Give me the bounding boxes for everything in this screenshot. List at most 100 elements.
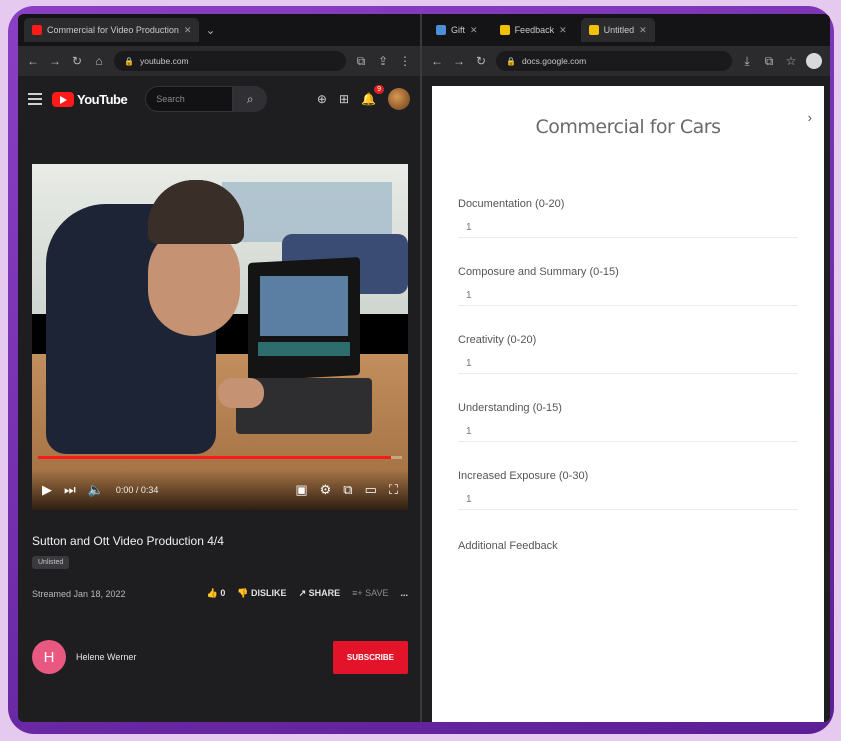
tab-title: Commercial for Video Production <box>47 25 179 35</box>
youtube-play-logo-icon <box>52 91 74 107</box>
lock-icon: 🔒 <box>506 56 516 66</box>
back-icon[interactable]: ← <box>430 54 444 68</box>
criterion-item: Documentation (0-20) 1 <box>458 198 824 266</box>
video-meta-row: Streamed Jan 18, 2022 👍 0 👎 DISLIKE ↗ SH… <box>32 588 408 599</box>
forward-icon[interactable]: → <box>48 54 62 68</box>
tab-untitled[interactable]: Untitled ✕ <box>580 18 655 42</box>
new-tab-icon[interactable]: ⌄ <box>205 23 215 37</box>
notifications-bell-icon[interactable]: 🔔 9 <box>361 85 384 106</box>
criterion-item: Increased Exposure (0-30) 1 <box>458 470 824 538</box>
tab-gift[interactable]: Gift ✕ <box>428 18 486 42</box>
download-icon[interactable]: ⤓ <box>740 54 754 69</box>
apps-grid-icon[interactable]: ⊞ <box>339 92 349 106</box>
criterion-item: Understanding (0-15) 1 <box>458 402 824 470</box>
subscribe-button[interactable]: Subscribe <box>332 640 408 674</box>
next-icon[interactable]: ⏭ <box>64 482 76 498</box>
criterion-label: Documentation (0-20) <box>458 198 565 210</box>
theater-mode-icon[interactable]: ▭ <box>365 482 377 498</box>
like-button[interactable]: 👍 0 <box>207 588 226 599</box>
feedback-label[interactable]: Additional Feedback <box>458 540 824 552</box>
lock-icon: 🔒 <box>124 56 134 66</box>
rubric-title: Commercial for Cars <box>535 116 721 138</box>
channel-avatar[interactable]: H <box>32 640 66 674</box>
extension-icon[interactable]: ⧉ <box>762 54 776 69</box>
captions-icon[interactable]: ▣ <box>295 482 307 498</box>
left-browser: Commercial for Video Production ✕ ⌄ ← → … <box>18 14 420 722</box>
criterion-label: Understanding (0-15) <box>458 402 562 414</box>
video-time: 0:00 / 0:34 <box>115 485 159 495</box>
miniplayer-icon[interactable]: ⧉ <box>343 482 352 498</box>
rubric-panel: › Commercial for Cars Documentation (0-2… <box>432 86 824 722</box>
forward-icon[interactable]: → <box>452 54 466 68</box>
search-input[interactable]: Search <box>145 86 234 112</box>
video-player[interactable]: ▶ ⏭ 🔈 0:00 / 0:34 ▣ ⚙ ⧉ ▭ ⛶ <box>32 164 408 510</box>
hamburger-menu-icon[interactable] <box>28 93 42 105</box>
score-input[interactable]: 1 <box>458 426 798 442</box>
youtube-logo-text: YouTube <box>77 91 128 107</box>
reload-icon[interactable]: ↻ <box>474 54 488 68</box>
left-tabstrip: Commercial for Video Production ✕ ⌄ <box>18 14 420 46</box>
right-tabstrip: Gift ✕ Feedback ✕ Untitled ✕ <box>422 14 830 46</box>
criterion-item: Composure and Summary (0-15) 1 <box>458 266 824 334</box>
player-controls: ▶ ⏭ 🔈 0:00 / 0:34 ▣ ⚙ ⧉ ▭ ⛶ <box>32 470 408 510</box>
back-icon[interactable]: ← <box>26 54 40 68</box>
share-button[interactable]: ↗ SHARE <box>299 588 341 599</box>
close-tab-icon[interactable]: ✕ <box>559 25 567 36</box>
notification-count-badge: 9 <box>374 85 384 94</box>
unlisted-badge: Unlisted <box>32 556 70 569</box>
criterion-label: Composure and Summary (0-15) <box>458 266 619 278</box>
address-bar[interactable]: 🔒 docs.google.com <box>496 51 732 71</box>
video-date: Streamed Jan 18, 2022 <box>32 588 126 599</box>
more-actions-button[interactable]: ... <box>400 588 408 599</box>
score-input[interactable]: 1 <box>458 358 798 374</box>
chevron-right-icon[interactable]: › <box>808 110 812 125</box>
channel-name[interactable]: Helene Werner <box>76 652 136 662</box>
address-bar[interactable]: 🔒 youtube.com <box>114 51 346 71</box>
left-toolbar: ← → ↻ ⌂ 🔒 youtube.com ⧉ ⇪ ⋮ <box>18 46 420 76</box>
criterion-label: Creativity (0-20) <box>458 334 537 346</box>
criterion-label: Increased Exposure (0-30) <box>458 470 589 482</box>
youtube-header: YouTube Search ⌕ ⊕ ⊞ 🔔 9 <box>18 76 420 122</box>
address-text: docs.google.com <box>521 56 587 66</box>
screen: Commercial for Video Production ✕ ⌄ ← → … <box>18 14 830 722</box>
close-tab-icon[interactable]: ✕ <box>470 25 478 36</box>
play-icon[interactable]: ▶ <box>42 482 52 498</box>
settings-gear-icon[interactable]: ⚙ <box>320 482 332 498</box>
share-icon[interactable]: ⇪ <box>376 54 390 68</box>
dislike-button[interactable]: 👎 DISLIKE <box>237 588 286 599</box>
video-progress-bar[interactable] <box>38 456 402 459</box>
tab-title: Gift <box>451 25 466 35</box>
criterion-item: Creativity (0-20) 1 <box>458 334 824 402</box>
tab-feedback[interactable]: Feedback ✕ <box>492 18 575 42</box>
fullscreen-icon[interactable]: ⛶ <box>389 482 398 498</box>
video-progress-fill <box>38 456 392 459</box>
more-icon[interactable]: ⋮ <box>398 54 412 68</box>
tab-title: Untitled <box>603 25 635 35</box>
tab-favicon-icon <box>436 25 446 35</box>
profile-avatar[interactable] <box>806 53 822 69</box>
score-input[interactable]: 1 <box>458 222 798 238</box>
tab-favicon-icon <box>588 25 599 35</box>
video-title: Sutton and Ott Video Production 4/4 <box>32 534 224 548</box>
tab-youtube[interactable]: Commercial for Video Production ✕ <box>24 18 200 42</box>
address-text: youtube.com <box>139 56 189 66</box>
criteria-list: Documentation (0-20) 1 Composure and Sum… <box>432 198 824 552</box>
score-input[interactable]: 1 <box>458 290 798 306</box>
close-tab-icon[interactable]: ✕ <box>639 25 647 36</box>
save-button[interactable]: ≡+ SAVE <box>352 588 388 599</box>
tab-favicon-icon <box>499 25 510 35</box>
account-avatar[interactable] <box>388 88 410 110</box>
volume-icon[interactable]: 🔈 <box>88 482 104 498</box>
home-icon[interactable]: ⌂ <box>92 54 106 68</box>
search-icon[interactable]: ⌕ <box>233 86 268 112</box>
create-video-icon[interactable]: ⊕ <box>317 92 327 106</box>
right-toolbar: ← → ↻ 🔒 docs.google.com ⤓ ⧉ ☆ <box>422 46 830 76</box>
bookmark-icon[interactable]: ☆ <box>784 54 798 68</box>
score-input[interactable]: 1 <box>458 494 798 510</box>
extension-icon[interactable]: ⧉ <box>354 54 368 69</box>
channel-row: H Helene Werner Subscribe <box>32 640 408 674</box>
close-tab-icon[interactable]: ✕ <box>184 25 192 36</box>
youtube-logo[interactable]: YouTube <box>52 91 128 107</box>
right-browser: Gift ✕ Feedback ✕ Untitled ✕ ← → ↻ 🔒 doc… <box>422 14 830 722</box>
reload-icon[interactable]: ↻ <box>70 54 84 68</box>
